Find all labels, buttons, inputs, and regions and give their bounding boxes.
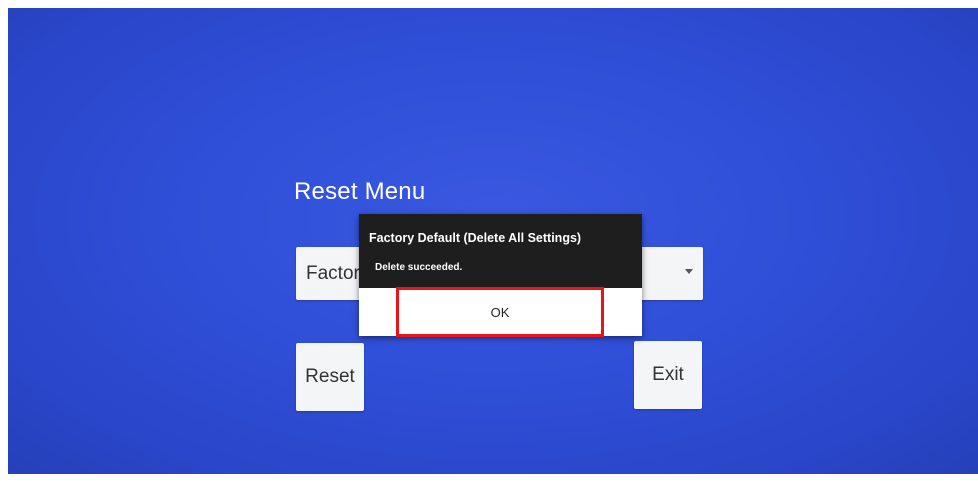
dialog-title: Factory Default (Delete All Settings) xyxy=(369,231,582,245)
confirmation-dialog: Factory Default (Delete All Settings) De… xyxy=(359,214,642,336)
exit-button[interactable]: Exit xyxy=(634,341,702,409)
dialog-header: Factory Default (Delete All Settings) De… xyxy=(359,214,642,288)
tv-screen: Reset Menu Factory Default (Delete All S… xyxy=(8,8,978,474)
exit-button-label: Exit xyxy=(652,364,684,385)
dialog-message: Delete succeeded. xyxy=(375,262,463,273)
photo-frame: Reset Menu Factory Default (Delete All S… xyxy=(0,0,978,502)
menu-title: Reset Menu xyxy=(294,178,426,205)
dropdown-arrow-icon xyxy=(685,269,693,274)
ok-button-label: OK xyxy=(490,304,510,320)
reset-button-label: Reset xyxy=(305,366,355,387)
ok-button[interactable]: OK xyxy=(396,288,604,336)
reset-button[interactable]: Reset xyxy=(296,343,364,411)
